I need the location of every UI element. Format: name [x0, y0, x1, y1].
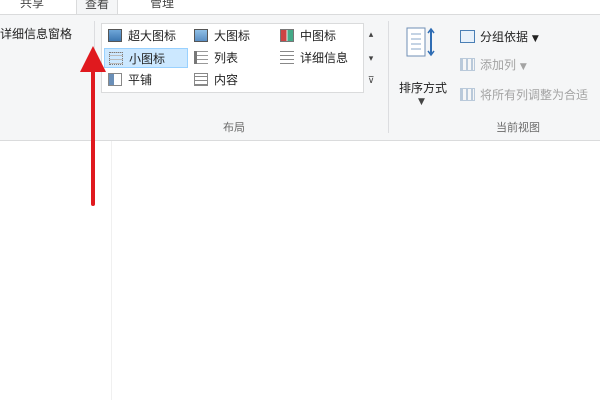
gallery-scroll-down-icon[interactable]: ▾	[364, 49, 378, 69]
layout-item-label: 列表	[214, 51, 239, 65]
gallery-scroll-up-icon[interactable]: ▴	[364, 25, 378, 45]
layout-details[interactable]: 详细信息	[276, 48, 362, 68]
layout-group-label: 布局	[223, 121, 245, 134]
group-by-button[interactable]: 分组依据 ▼	[458, 27, 539, 47]
ribbon-tab-strip: 共享 查看 管理	[0, 0, 600, 15]
size-columns-icon	[460, 88, 475, 101]
layout-list[interactable]: 列表	[190, 48, 274, 68]
group-separator	[388, 21, 389, 133]
extra-large-icons-icon	[108, 29, 122, 42]
add-columns-label: 添加列	[480, 58, 517, 72]
layout-medium-icons[interactable]: 中图标	[276, 26, 362, 46]
large-icons-icon	[194, 29, 208, 42]
add-columns-icon	[460, 58, 475, 71]
size-all-columns-button[interactable]: 将所有列调整为合适	[458, 85, 588, 105]
layout-item-label: 超大图标	[128, 29, 177, 43]
layout-item-label: 中图标	[300, 29, 337, 43]
annotation-arrow-icon	[80, 46, 106, 206]
chevron-down-icon: ▼	[531, 34, 539, 44]
layout-item-label: 详细信息	[300, 51, 349, 65]
small-icons-icon	[109, 52, 123, 65]
tiles-icon	[108, 73, 122, 86]
gallery-expand-icon[interactable]: ⊽	[364, 71, 378, 91]
chevron-down-icon: ▼	[418, 97, 425, 107]
layout-extra-large-icons[interactable]: 超大图标	[104, 26, 188, 46]
details-pane-button[interactable]: 详细信息窗格	[0, 25, 72, 42]
navigation-pane-divider[interactable]	[111, 141, 112, 400]
medium-icons-icon	[280, 29, 294, 42]
layout-item-label: 平铺	[128, 73, 153, 87]
layout-item-label: 内容	[214, 73, 239, 87]
layout-gallery: 超大图标 大图标 中图标 小图标 列表 详细信息 平铺 内容	[101, 23, 364, 93]
size-all-columns-label: 将所有列调整为合适	[480, 88, 589, 102]
layout-large-icons[interactable]: 大图标	[190, 26, 274, 46]
list-icon	[194, 51, 208, 64]
tab-view[interactable]: 查看	[76, 0, 119, 15]
sort-by-label: 排序方式	[398, 81, 447, 95]
group-by-label: 分组依据	[480, 30, 529, 44]
layout-item-label: 小图标	[129, 52, 166, 66]
tab-manage[interactable]: 管理	[150, 0, 174, 14]
current-view-group-label: 当前视图	[496, 121, 540, 134]
tab-share[interactable]: 共享	[20, 0, 44, 14]
content-icon	[194, 73, 208, 86]
layout-content[interactable]: 内容	[190, 70, 274, 90]
details-icon	[280, 51, 294, 64]
layout-small-icons[interactable]: 小图标	[104, 48, 188, 68]
sort-by-button[interactable]: 排序方式 ▼	[392, 25, 454, 117]
add-columns-button[interactable]: 添加列 ▼	[458, 55, 527, 75]
chevron-down-icon: ▼	[519, 62, 527, 72]
layout-tiles[interactable]: 平铺	[104, 70, 188, 90]
group-by-icon	[460, 30, 475, 43]
sort-by-icon	[406, 27, 435, 57]
layout-item-label: 大图标	[214, 29, 251, 43]
